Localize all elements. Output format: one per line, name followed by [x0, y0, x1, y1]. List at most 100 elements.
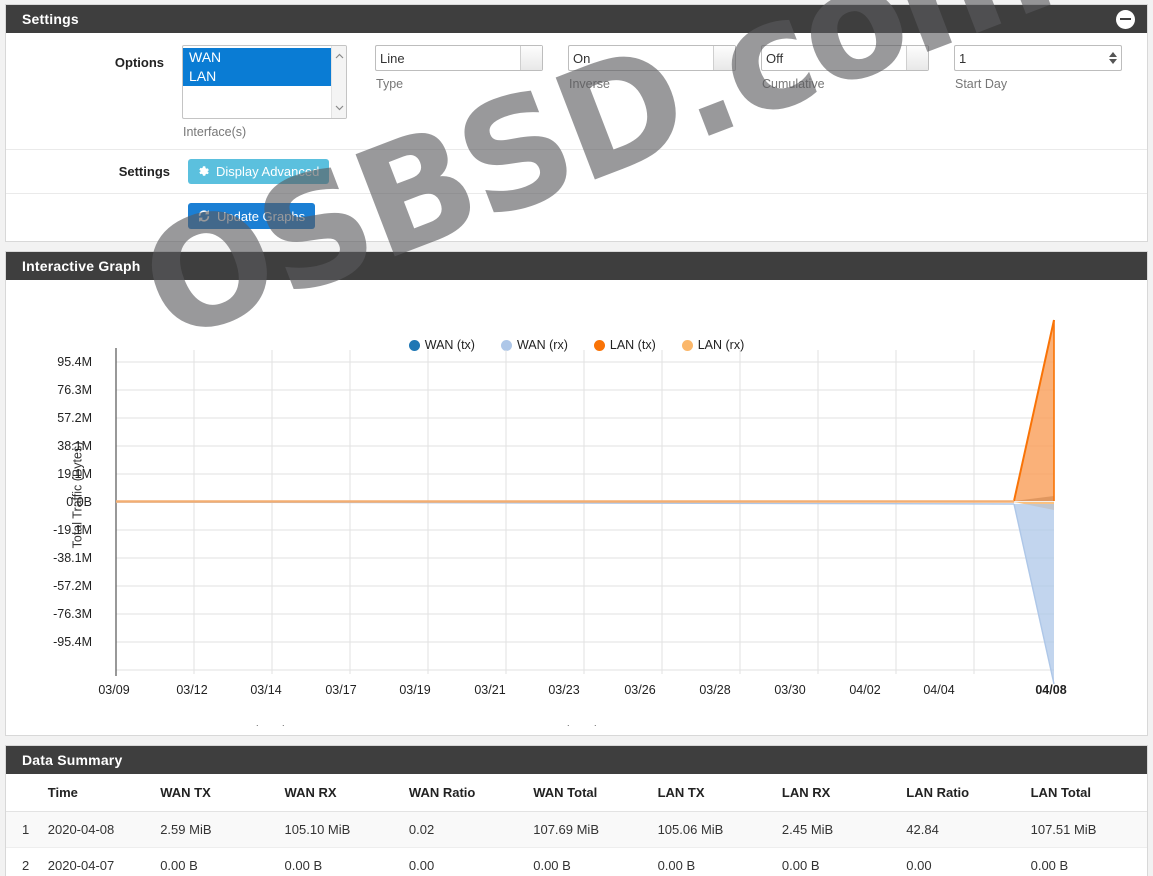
interfaces-option-wan[interactable]: WAN — [183, 48, 346, 67]
x-tick: 03/17 — [325, 683, 357, 697]
x-tick: 03/26 — [624, 683, 656, 697]
refresh-icon — [197, 209, 211, 223]
gear-icon — [197, 165, 210, 178]
x-tick: 04/04 — [923, 683, 955, 697]
col-time: Time — [39, 774, 153, 812]
x-tick: 03/09 — [98, 683, 130, 697]
x-tick: 04/08 — [1035, 683, 1067, 697]
col-lan-total: LAN Total — [1022, 774, 1147, 812]
cell-wan-total: 107.69 MiB — [525, 811, 650, 848]
col-wan-tx: WAN TX — [152, 774, 277, 812]
cumulative-field: Off Cumulative — [761, 45, 954, 139]
cell-index: 1 — [6, 811, 40, 848]
interactive-graph-body[interactable]: WAN (tx) WAN (rx) LAN (tx) LAN (rx) Tota… — [6, 280, 1147, 735]
x-tick: 03/21 — [474, 683, 506, 697]
cell-lan-tx: 105.06 MiB — [649, 811, 774, 848]
data-summary-title: Data Summary — [22, 752, 123, 768]
stepper-down-icon[interactable] — [1108, 59, 1117, 64]
cell-time: 2020-04-07 — [39, 847, 153, 876]
interactive-graph-header: Interactive Graph — [6, 252, 1147, 280]
cell-lan-total: 0.00 B — [1022, 847, 1147, 876]
col-lan-tx: LAN TX — [649, 774, 774, 812]
x-tick: 03/30 — [774, 683, 806, 697]
type-sub-label: Type — [376, 77, 404, 91]
settings-panel-title: Settings — [22, 11, 79, 27]
y-tick: -57.2M — [53, 579, 92, 593]
interfaces-option-lan[interactable]: LAN — [183, 67, 346, 86]
cell-lan-ratio: 42.84 — [898, 811, 1023, 848]
update-graphs-button[interactable]: Update Graphs — [188, 203, 316, 229]
x-tick: 03/23 — [548, 683, 580, 697]
cell-wan-total: 0.00 B — [525, 847, 650, 876]
cell-time: 2020-04-08 — [39, 811, 153, 848]
chart-plot[interactable] — [6, 280, 1147, 735]
inverse-select[interactable]: On — [568, 45, 736, 71]
cell-index: 2 — [6, 847, 40, 876]
y-tick: -76.3M — [53, 607, 92, 621]
table-header-row: Time WAN TX WAN RX WAN Ratio WAN Total L… — [6, 774, 1147, 812]
x-tick: 04/02 — [849, 683, 881, 697]
cell-lan-tx: 0.00 B — [649, 847, 774, 876]
stepper-up-icon[interactable] — [1108, 52, 1117, 57]
y-tick: 76.3M — [57, 383, 92, 397]
col-wan-ratio: WAN Ratio — [400, 774, 526, 812]
scroll-up-icon[interactable] — [332, 49, 346, 63]
interactive-graph-panel: Interactive Graph WAN (tx) WAN (rx) LAN … — [5, 251, 1148, 736]
col-lan-ratio: LAN Ratio — [898, 774, 1023, 812]
x-tick: 03/28 — [699, 683, 731, 697]
x-tick: 03/19 — [399, 683, 431, 697]
inverse-sub-label: Inverse — [569, 77, 610, 91]
update-graphs-spacer — [6, 203, 188, 213]
table-row[interactable]: 1 2020-04-08 2.59 MiB 105.10 MiB 0.02 10… — [6, 811, 1147, 848]
y-tick: 95.4M — [57, 355, 92, 369]
display-advanced-label: Display Advanced — [216, 164, 320, 179]
y-tick: -38.1M — [53, 551, 92, 565]
y-tick: 38.1M — [57, 439, 92, 453]
app-root: Settings Options WAN LAN Interface(s) Li… — [0, 0, 1153, 876]
x-tick: 03/12 — [176, 683, 208, 697]
chart-artifact: . — [256, 718, 259, 728]
col-wan-total: WAN Total — [525, 774, 650, 812]
cell-lan-rx: 0.00 B — [773, 847, 899, 876]
cell-wan-rx: 105.10 MiB — [276, 811, 401, 848]
cell-lan-rx: 2.45 MiB — [773, 811, 899, 848]
display-advanced-button[interactable]: Display Advanced — [188, 159, 330, 184]
x-tick: 03/14 — [250, 683, 282, 697]
interfaces-sub-label: Interface(s) — [183, 125, 247, 139]
data-summary-header: Data Summary — [6, 746, 1147, 774]
start-day-sub-label: Start Day — [955, 77, 1008, 91]
y-tick: -19.1M — [53, 523, 92, 537]
options-row-label: Options — [114, 55, 164, 70]
data-summary-table: Time WAN TX WAN RX WAN Ratio WAN Total L… — [6, 774, 1147, 876]
chart-artifact: . — [594, 718, 597, 728]
table-row[interactable]: 2 2020-04-07 0.00 B 0.00 B 0.00 0.00 B 0… — [6, 847, 1147, 876]
interfaces-listbox[interactable]: WAN LAN — [182, 45, 347, 119]
type-select[interactable]: Line — [375, 45, 543, 71]
settings-panel-header: Settings — [6, 5, 1147, 33]
scroll-down-icon[interactable] — [332, 101, 346, 115]
y-tick: -95.4M — [53, 635, 92, 649]
options-row: Options WAN LAN Interface(s) Line Type O… — [6, 33, 1147, 150]
settings-row-label: Settings — [118, 164, 170, 179]
cell-wan-rx: 0.00 B — [276, 847, 401, 876]
interfaces-scrollbar[interactable] — [331, 46, 346, 118]
y-tick: 0.0B — [66, 495, 92, 509]
cell-wan-tx: 2.59 MiB — [152, 811, 277, 848]
interfaces-field: WAN LAN Interface(s) — [182, 45, 375, 139]
update-graphs-label: Update Graphs — [217, 208, 306, 224]
inverse-field: On Inverse — [568, 45, 761, 139]
cumulative-sub-label: Cumulative — [762, 77, 825, 91]
type-field: Line Type — [375, 45, 568, 139]
interactive-graph-title: Interactive Graph — [22, 258, 141, 274]
start-day-stepper[interactable] — [1105, 47, 1120, 69]
cell-wan-tx: 0.00 B — [152, 847, 277, 876]
minus-circle-icon[interactable] — [1116, 9, 1135, 29]
cell-lan-ratio: 0.00 — [898, 847, 1023, 876]
start-day-input[interactable] — [954, 45, 1122, 71]
y-tick: 19.1M — [57, 467, 92, 481]
start-day-field: Start Day — [954, 45, 1147, 139]
cumulative-select[interactable]: Off — [761, 45, 929, 71]
settings-panel: Settings Options WAN LAN Interface(s) Li… — [5, 4, 1148, 242]
col-wan-rx: WAN RX — [276, 774, 401, 812]
cell-wan-ratio: 0.00 — [400, 847, 526, 876]
